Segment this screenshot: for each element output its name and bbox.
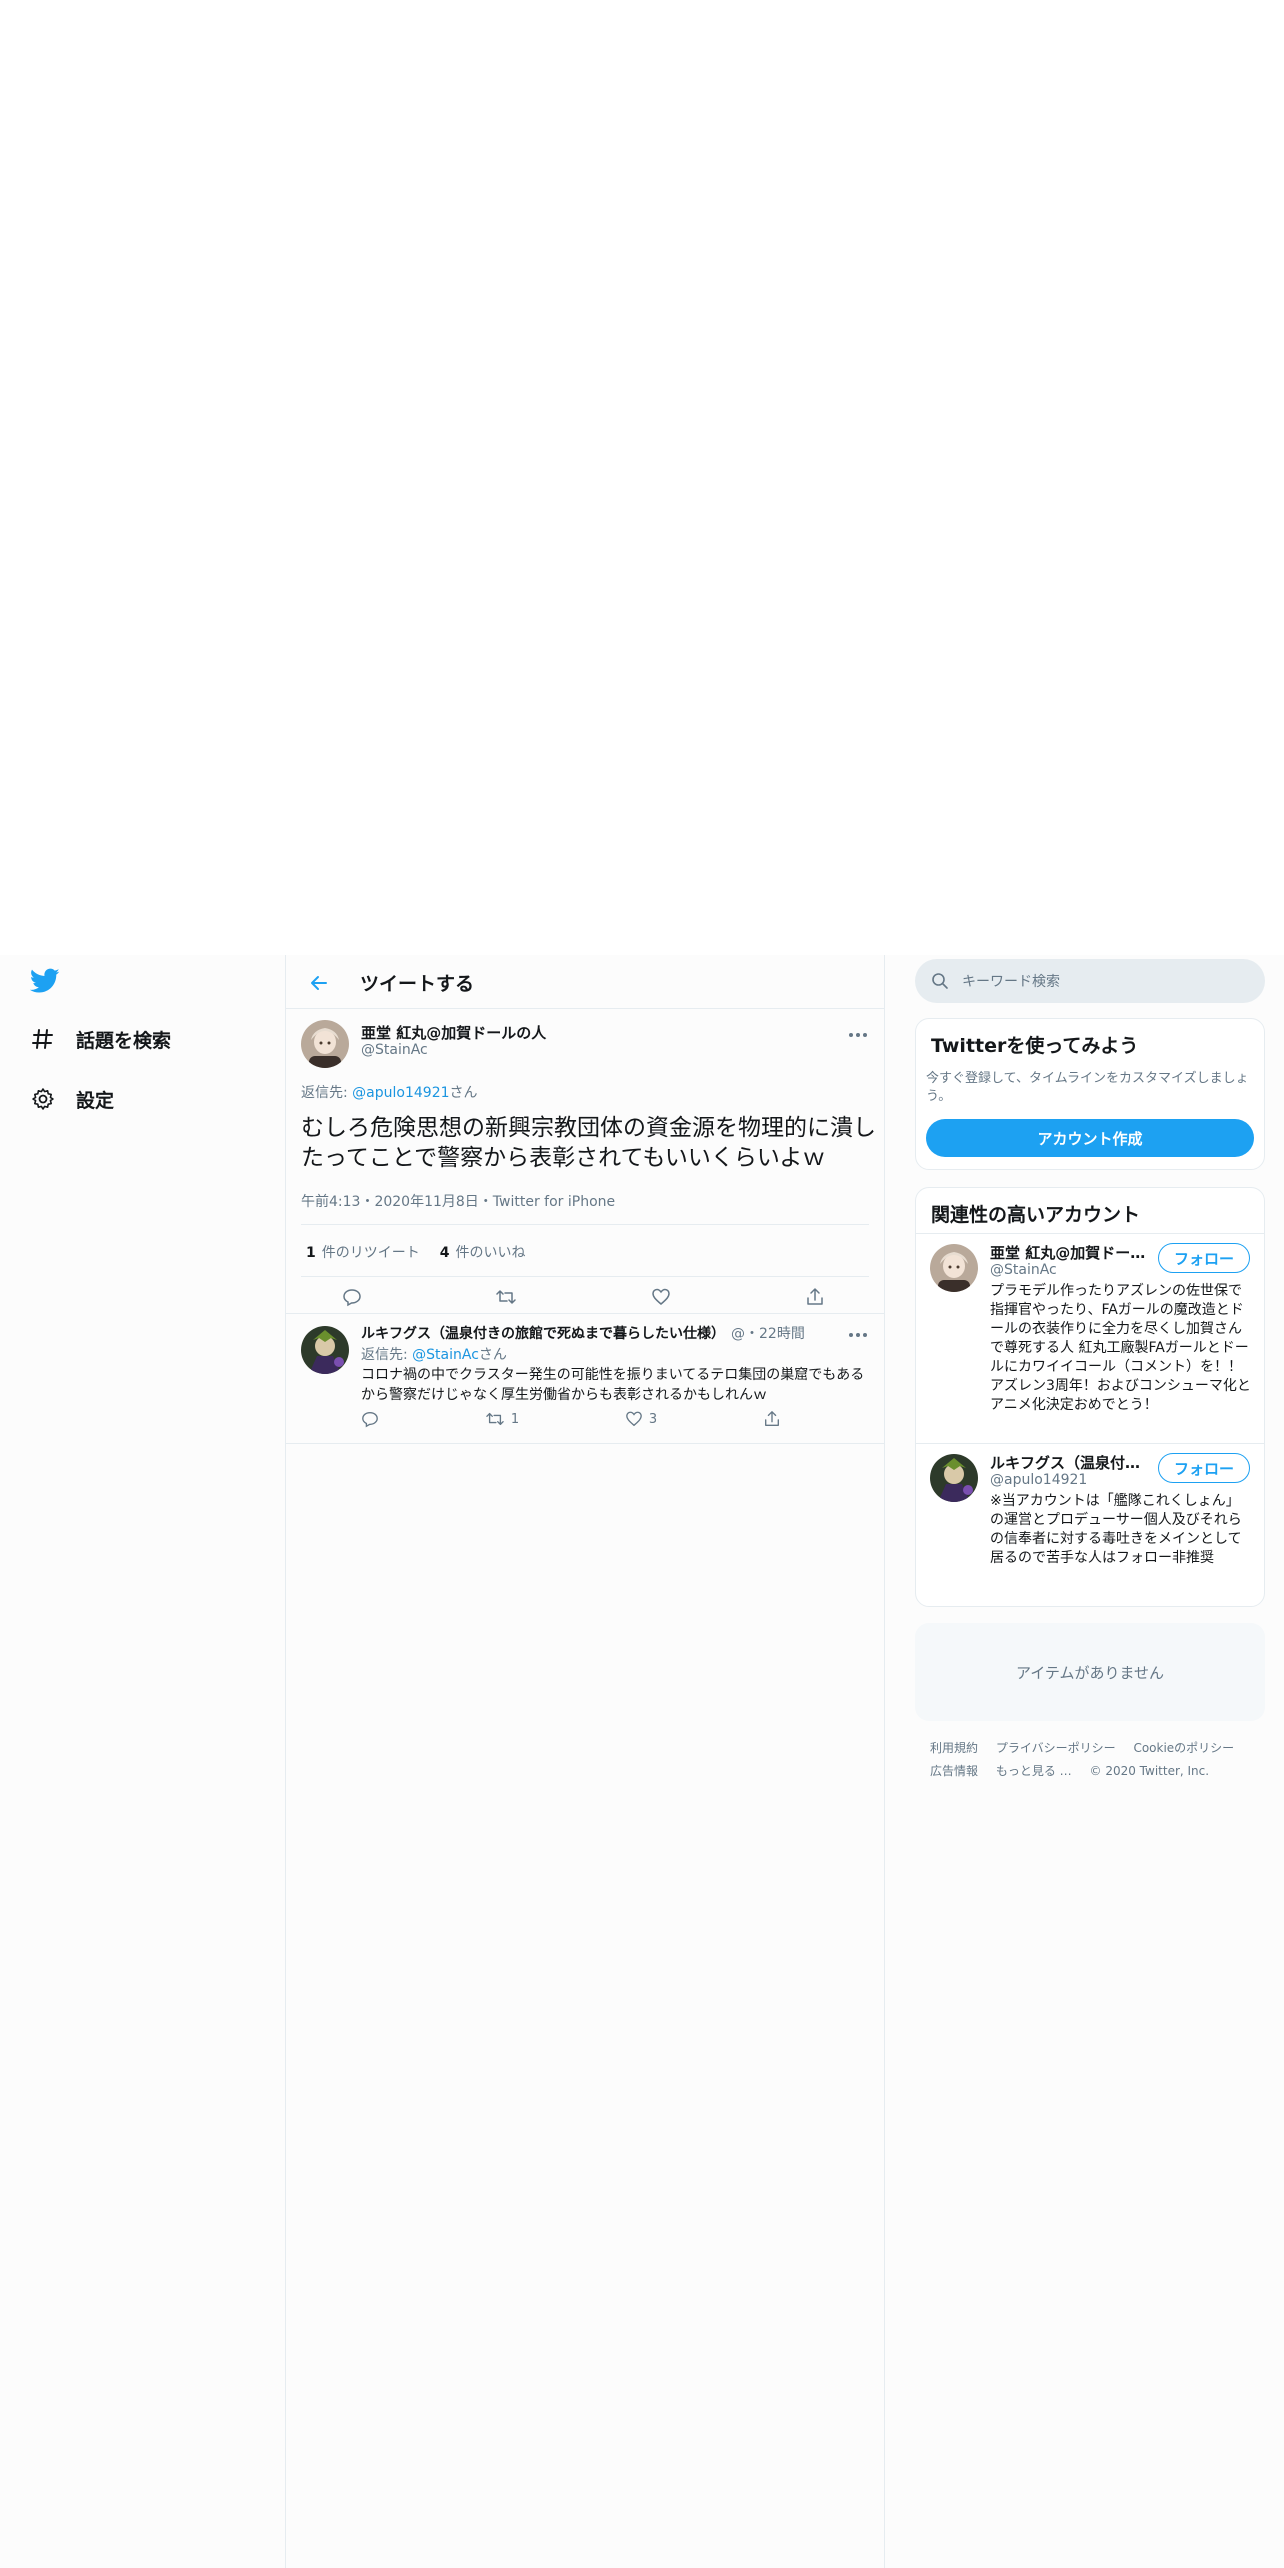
retweet-count: 1 — [510, 1411, 520, 1427]
main-column: ツイートする 亜堂 紅丸@加賀ドールの人 @StainAc 返信先: @apul… — [285, 955, 885, 2568]
related-accounts-card: 関連性の高いアカウント 亜堂 紅丸@加賀ドールの人 @StainAc フォロー … — [915, 1187, 1265, 1607]
related-user-name[interactable]: 亜堂 紅丸@加賀ドールの人 — [990, 1242, 1150, 1263]
like-count: 3 — [648, 1411, 658, 1427]
author-handle[interactable]: @StainAc — [361, 1042, 428, 1058]
search-box[interactable]: キーワード検索 — [915, 959, 1265, 1003]
reply-prefix: 返信先: — [301, 1085, 353, 1101]
left-nav: 話題を検索 設定 — [0, 955, 285, 2568]
more-icon[interactable] — [847, 1330, 869, 1340]
reply-to-link[interactable]: @StainAc — [412, 1347, 479, 1363]
reply-prefix: 返信先: — [361, 1347, 413, 1363]
retweet-icon[interactable] — [495, 1286, 517, 1308]
signup-card: Twitterを使ってみよう 今すぐ登録して、タイムラインをカスタマイズしましょ… — [915, 1018, 1265, 1170]
share-icon[interactable] — [804, 1286, 826, 1308]
page-title: ツイートする — [360, 973, 475, 995]
reply-icon[interactable] — [341, 1286, 363, 1308]
author-name[interactable]: 亜堂 紅丸@加賀ドールの人 — [361, 1022, 546, 1043]
footer-link-more[interactable]: もっと見る … — [996, 1764, 1072, 1778]
reply-suffix: さん — [449, 1085, 478, 1101]
retweet-action[interactable]: 1 — [485, 1410, 519, 1428]
related-title: 関連性の高いアカウント — [916, 1188, 1264, 1234]
reply-to-link[interactable]: @apulo14921 — [352, 1085, 449, 1101]
related-user-name[interactable]: ルキフグス（温泉付きの旅館で死ぬまで暮らしたい仕様） — [990, 1452, 1150, 1473]
tweet-actions: 1 3 — [361, 1410, 781, 1428]
back-arrow-icon — [311, 976, 327, 990]
tweet-text: むしろ危険思想の新興宗教団体の資金源を物理的に潰したってことで警察から表彰されて… — [301, 1115, 876, 1171]
more-icon[interactable] — [847, 1030, 869, 1040]
reply-icon — [362, 1412, 378, 1428]
search-input[interactable]: キーワード検索 — [962, 971, 1060, 991]
reply-context: 返信先: @StainAcさん — [361, 1344, 507, 1364]
author-name[interactable]: ルキフグス（温泉付きの旅館で死ぬまで暮らしたい仕様） — [361, 1326, 725, 1342]
create-account-button[interactable]: アカウント作成 — [926, 1119, 1254, 1157]
reply-context: 返信先: @apulo14921さん — [301, 1082, 478, 1102]
tweet-actions — [341, 1286, 826, 1308]
retweet-count: 1 — [306, 1245, 316, 1261]
author-meta[interactable]: @・22時間 — [731, 1326, 805, 1342]
footer-link-terms[interactable]: 利用規約 — [930, 1741, 978, 1755]
like-label: 件のいいね — [455, 1245, 526, 1261]
reply-header: ルキフグス（温泉付きの旅館で死ぬまで暮らしたい仕様） @・22時間 — [361, 1323, 805, 1343]
footer-link-privacy[interactable]: プライバシーポリシー — [996, 1741, 1116, 1755]
share-action[interactable] — [763, 1410, 781, 1428]
related-user[interactable]: 亜堂 紅丸@加賀ドールの人 @StainAc フォロー プラモデル作ったりアズレ… — [916, 1234, 1264, 1444]
related-user-handle: @StainAc — [990, 1262, 1057, 1278]
search-icon — [930, 971, 950, 991]
share-icon — [765, 1411, 779, 1426]
reply-action[interactable] — [361, 1410, 379, 1428]
footer-copyright: © 2020 Twitter, Inc. — [1089, 1764, 1210, 1778]
avatar[interactable] — [930, 1454, 978, 1502]
related-user-bio: ※当アカウントは「艦隊これくしょん」の運営とプロデューサー個人及びそれらの信奉者… — [990, 1493, 1242, 1566]
tweet-text: コロナ禍の中でクラスター発生の可能性を振りまいてるテロ集団の巣窟でもあるから警察… — [361, 1367, 865, 1403]
like-action[interactable]: 3 — [625, 1410, 657, 1428]
related-user-handle: @apulo14921 — [990, 1472, 1088, 1488]
divider — [301, 1276, 869, 1277]
column-header: ツイートする — [286, 955, 884, 1009]
like-icon — [626, 1411, 642, 1427]
nav-item-label: 話題を検索 — [76, 1029, 172, 1052]
reply-suffix: さん — [478, 1347, 507, 1363]
gear-icon — [30, 1086, 56, 1112]
avatar[interactable] — [930, 1244, 978, 1292]
nav-item-settings[interactable]: 設定 — [30, 1079, 114, 1119]
main-tweet: 亜堂 紅丸@加賀ドールの人 @StainAc 返信先: @apulo14921さ… — [286, 1009, 884, 1314]
like-icon[interactable] — [650, 1286, 672, 1308]
follow-button[interactable]: フォロー — [1158, 1243, 1250, 1273]
like-count: 4 — [439, 1245, 450, 1261]
related-user[interactable]: ルキフグス（温泉付きの旅館で死ぬまで暮らしたい仕様） @apulo14921 フ… — [916, 1444, 1264, 1606]
retweet-label: 件のリツイート — [321, 1245, 420, 1261]
follow-button[interactable]: フォロー — [1158, 1453, 1250, 1483]
hashtag-icon — [30, 1026, 56, 1052]
reply-tweet[interactable]: ルキフグス（温泉付きの旅館で死ぬまで暮らしたい仕様） @・22時間 返信先: @S… — [286, 1314, 884, 1444]
blank-area — [0, 0, 1284, 955]
avatar[interactable] — [301, 1326, 349, 1374]
retweet-stat[interactable]: 1 件のリツイート — [306, 1242, 420, 1262]
related-user-bio: プラモデル作ったりアズレンの佐世保で指揮官やったり、FAガールの魔改造とドールの… — [990, 1283, 1251, 1413]
footer-link-cookies[interactable]: Cookieのポリシー — [1133, 1741, 1234, 1755]
signup-title: Twitterを使ってみよう — [931, 1035, 1139, 1057]
back-button[interactable] — [304, 968, 334, 998]
nav-item-label: 設定 — [76, 1089, 115, 1112]
avatar[interactable] — [301, 1020, 349, 1068]
nav-item-explore[interactable]: 話題を検索 — [30, 1019, 171, 1059]
like-stat[interactable]: 4 件のいいね — [440, 1242, 526, 1262]
twitter-logo-icon[interactable] — [29, 968, 60, 994]
divider — [301, 1224, 869, 1225]
tweet-timestamp[interactable]: 午前4:13・2020年11月8日・Twitter for iPhone — [301, 1191, 615, 1211]
empty-state: アイテムがありません — [915, 1623, 1265, 1721]
footer-link-ads[interactable]: 広告情報 — [930, 1764, 978, 1778]
tweet-stats: 1 件のリツイート 4 件のいいね — [306, 1242, 526, 1262]
footer: 利用規約 プライバシーポリシー Cookieのポリシー 広告情報 もっと見る …… — [930, 1737, 1260, 1783]
signup-description: 今すぐ登録して、タイムラインをカスタマイズしましょう。 — [926, 1071, 1249, 1104]
retweet-icon — [486, 1412, 504, 1426]
